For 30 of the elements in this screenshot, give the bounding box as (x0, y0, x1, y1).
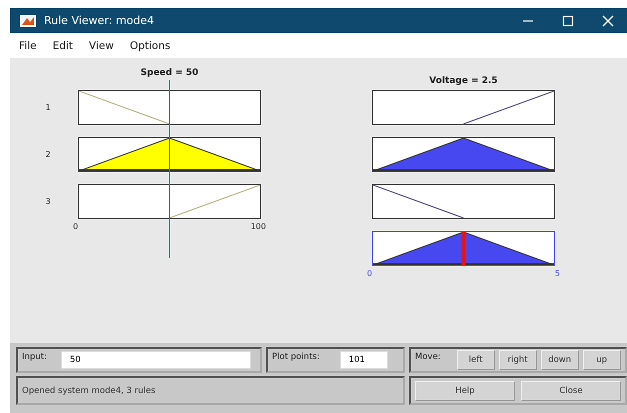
menu-item[interactable]: Options (130, 40, 170, 52)
axis-tick-label: 100 (250, 222, 266, 231)
window-title: Rule Viewer: mode4 (44, 14, 156, 27)
axis-tick-label: 5 (554, 269, 560, 278)
move-button[interactable]: up (582, 350, 621, 370)
menu-item[interactable]: View (88, 40, 114, 52)
move-button[interactable]: right (498, 350, 537, 370)
app-icon (20, 14, 36, 26)
status-text: Opened system mode4, 3 rules (22, 386, 156, 396)
axis-tick-label: 0 (367, 269, 372, 278)
move-label: Move: (415, 352, 441, 362)
maximize-icon[interactable] (561, 14, 575, 28)
rule-number[interactable]: 3 (28, 197, 68, 206)
plot-points-field[interactable]: 101 (340, 351, 388, 369)
rule-number[interactable]: 2 (28, 150, 68, 159)
axis-tick-label: 0 (73, 222, 78, 231)
rule-number[interactable]: 1 (28, 103, 68, 112)
dialog-button[interactable]: Help (415, 380, 515, 400)
input-variable-title: Speed = 50 (140, 67, 200, 80)
menu-item[interactable]: File (19, 40, 37, 52)
plot-points-label: Plot points: (272, 352, 320, 362)
output-variable-title: Voltage = 2.5 (428, 75, 499, 88)
input-cursor-line[interactable] (168, 80, 170, 258)
input-label: Input: (22, 352, 47, 362)
move-button[interactable]: down (540, 350, 579, 370)
move-button[interactable]: left (456, 350, 495, 370)
dialog-button[interactable]: Close (521, 380, 621, 400)
input-field[interactable]: 50 (60, 351, 251, 369)
close-icon[interactable] (601, 14, 615, 28)
menu-item[interactable]: Edit (52, 40, 73, 52)
